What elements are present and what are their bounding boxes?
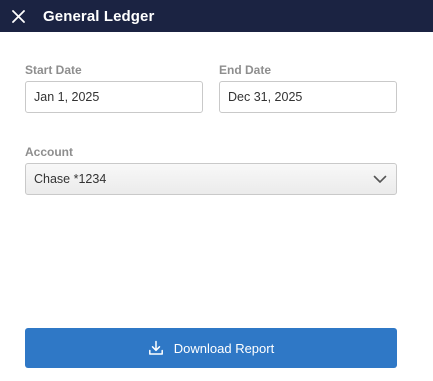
window-titlebar: General Ledger [0, 0, 433, 32]
start-date-field[interactable]: Jan 1, 2025 [25, 81, 203, 113]
download-report-button[interactable]: Download Report [25, 328, 397, 368]
account-select[interactable]: Chase *1234 [25, 163, 397, 195]
start-date-value: Jan 1, 2025 [34, 90, 100, 104]
window-title: General Ledger [43, 7, 155, 25]
end-date-label: End Date [219, 63, 272, 77]
end-date-value: Dec 31, 2025 [228, 90, 303, 104]
account-selected-value: Chase *1234 [34, 172, 107, 186]
close-button[interactable] [8, 6, 28, 26]
close-icon [11, 9, 25, 23]
download-report-label: Download Report [173, 340, 275, 356]
account-label: Account [25, 145, 73, 159]
chevron-down-icon [372, 171, 388, 187]
download-icon [148, 340, 164, 356]
start-date-label: Start Date [25, 63, 82, 77]
end-date-field[interactable]: Dec 31, 2025 [219, 81, 397, 113]
